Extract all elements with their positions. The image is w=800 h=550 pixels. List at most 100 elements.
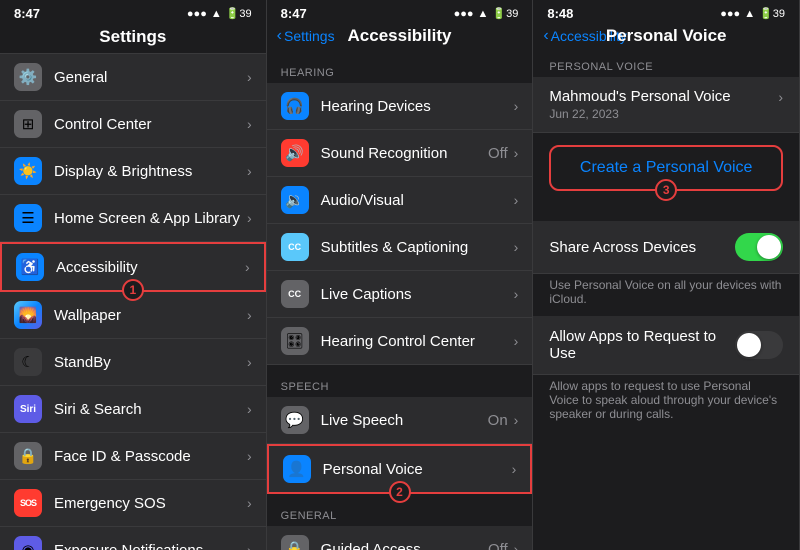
ls-chevron: › [514,412,519,428]
status-bar-1: 8:47 ●●● ▲ 🔋39 [0,0,266,23]
homescreen-label: Home Screen & App Library [54,210,247,227]
general-label: General [54,69,247,86]
back-to-settings[interactable]: ‹ Settings [277,27,335,45]
settings-item-standby[interactable]: ☾ StandBy › [0,339,266,386]
soundrecog-icon: 🔊 [281,139,309,167]
pv-share-devices-label: Share Across Devices [549,239,735,256]
acc-item-personalvoice[interactable]: 👤 Personal Voice › 2 [267,444,533,494]
settings-item-siri[interactable]: Siri Siri & Search › [0,386,266,433]
share-devices-knob [757,235,781,259]
display-chevron: › [247,163,252,179]
settings-item-general[interactable]: ⚙️ General › [0,53,266,101]
subtitles-label: Subtitles & Captioning [321,239,514,256]
settings-item-homescreen[interactable]: ☰ Home Screen & App Library › [0,195,266,242]
personalvoice-navbar: ‹ Accessibility Personal Voice [533,23,799,51]
settings-item-display[interactable]: ☀️ Display & Brightness › [0,148,266,195]
status-bar-3: 8:48 ●●● ▲ 🔋39 [533,0,799,23]
faceid-label: Face ID & Passcode [54,448,247,465]
status-icons-1: ●●● ▲ 🔋39 [187,7,252,20]
personalvoice-label: Personal Voice [323,461,512,478]
wifi-icon: ▲ [211,8,222,20]
panel1-title-bar: Settings [0,23,266,53]
faceid-icon: 🔒 [14,442,42,470]
livecaptions-label: Live Captions [321,286,514,303]
back-chevron: ‹ [277,27,282,45]
settings-item-accessibility[interactable]: ♿ Accessibility › 1 [0,242,266,292]
exposure-label: Exposure Notifications [54,542,247,550]
hearingdevices-label: Hearing Devices [321,98,514,115]
acc-item-livespeech[interactable]: 💬 Live Speech On › [267,397,533,444]
create-voice-button[interactable]: Create a Personal Voice 3 [549,145,783,191]
controlcenter-chevron: › [247,116,252,132]
panel-settings: 8:47 ●●● ▲ 🔋39 Settings ⚙️ General › ⊞ C… [0,0,267,550]
display-icon: ☀️ [14,157,42,185]
pv-allowapps-label: Allow Apps to Request to Use [549,328,735,362]
pv-voice-item[interactable]: Mahmoud's Personal Voice › Jun 22, 2023 [533,77,799,133]
siri-icon: Siri [14,395,42,423]
status-time-1: 8:47 [14,6,40,21]
accessibility-navbar: ‹ Settings Accessibility [267,23,533,51]
standby-label: StandBy [54,354,247,371]
av-chevron: › [514,192,519,208]
battery-icon: 🔋39 [226,7,252,20]
acc-item-guidedaccess[interactable]: 🔒 Guided Access Off › [267,526,533,550]
siri-chevron: › [247,401,252,417]
livespeech-value: On [488,412,508,429]
share-devices-toggle[interactable] [735,233,783,261]
ga-chevron: › [514,541,519,550]
spacer-create [533,203,799,221]
pv-voice-title: Mahmoud's Personal Voice [549,88,730,105]
accessibility-chevron: › [245,259,250,275]
wifi-icon-2: ▲ [478,8,489,20]
battery-icon-3: 🔋39 [759,7,785,20]
panel-accessibility: 8:47 ●●● ▲ 🔋39 ‹ Settings Accessibility … [267,0,534,550]
pv-share-devices-row: Share Across Devices [533,221,799,274]
status-bar-2: 8:47 ●●● ▲ 🔋39 [267,0,533,23]
pv-voice-row: Mahmoud's Personal Voice › [549,88,783,105]
sos-icon: SOS [14,489,42,517]
personalvoice-title: Personal Voice [606,26,727,46]
pv-section-label: PERSONAL VOICE [533,51,799,77]
allowapps-toggle[interactable] [735,331,783,359]
annotation-1: 1 [122,279,144,301]
settings-item-faceid[interactable]: 🔒 Face ID & Passcode › [0,433,266,480]
controlcenter-label: Control Center [54,116,247,133]
personalvoice-icon: 👤 [283,455,311,483]
controlcenter-icon: ⊞ [14,110,42,138]
hearingcontrol-icon: 🎛 [281,327,309,355]
pv-voice-chevron: › [778,89,783,105]
standby-chevron: › [247,354,252,370]
allowapps-knob [737,333,761,357]
panel1-title: Settings [14,27,252,47]
signal-icon: ●●● [187,8,207,20]
settings-item-sos[interactable]: SOS Emergency SOS › [0,480,266,527]
settings-item-controlcenter[interactable]: ⊞ Control Center › [0,101,266,148]
status-time-3: 8:48 [547,6,573,21]
annotation-3: 3 [655,179,677,201]
subtitles-icon: CC [281,233,309,261]
hearing-header: HEARING [267,51,533,83]
acc-item-livecaptions[interactable]: CC Live Captions › [267,271,533,318]
allowapps-desc: Allow apps to request to use Personal Vo… [533,375,799,431]
speech-header: SPEECH [267,365,533,397]
annotation-2: 2 [389,481,411,503]
accessibility-label: Accessibility [56,259,245,276]
general-chevron: › [247,69,252,85]
acc-item-hearingdevices[interactable]: 🎧 Hearing Devices › [267,83,533,130]
acc-item-soundrecog[interactable]: 🔊 Sound Recognition Off › [267,130,533,177]
homescreen-icon: ☰ [14,204,42,232]
status-icons-3: ●●● ▲ 🔋39 [720,7,785,20]
display-label: Display & Brightness [54,163,247,180]
acc-item-hearingcontrol[interactable]: 🎛 Hearing Control Center › [267,318,533,365]
back-label: Settings [284,28,335,44]
hearingdevices-icon: 🎧 [281,92,309,120]
acc-item-audiovisual[interactable]: 🔉 Audio/Visual › [267,177,533,224]
create-voice-label: Create a Personal Voice [580,159,753,176]
livespeech-label: Live Speech [321,412,488,429]
panel-personalvoice: 8:48 ●●● ▲ 🔋39 ‹ Accessibility Personal … [533,0,800,550]
exposure-chevron: › [247,542,252,550]
acc-item-subtitles[interactable]: CC Subtitles & Captioning › [267,224,533,271]
audiovisual-icon: 🔉 [281,186,309,214]
pv-allowapps-row: Allow Apps to Request to Use [533,316,799,375]
settings-item-exposure[interactable]: ◉ Exposure Notifications › [0,527,266,550]
